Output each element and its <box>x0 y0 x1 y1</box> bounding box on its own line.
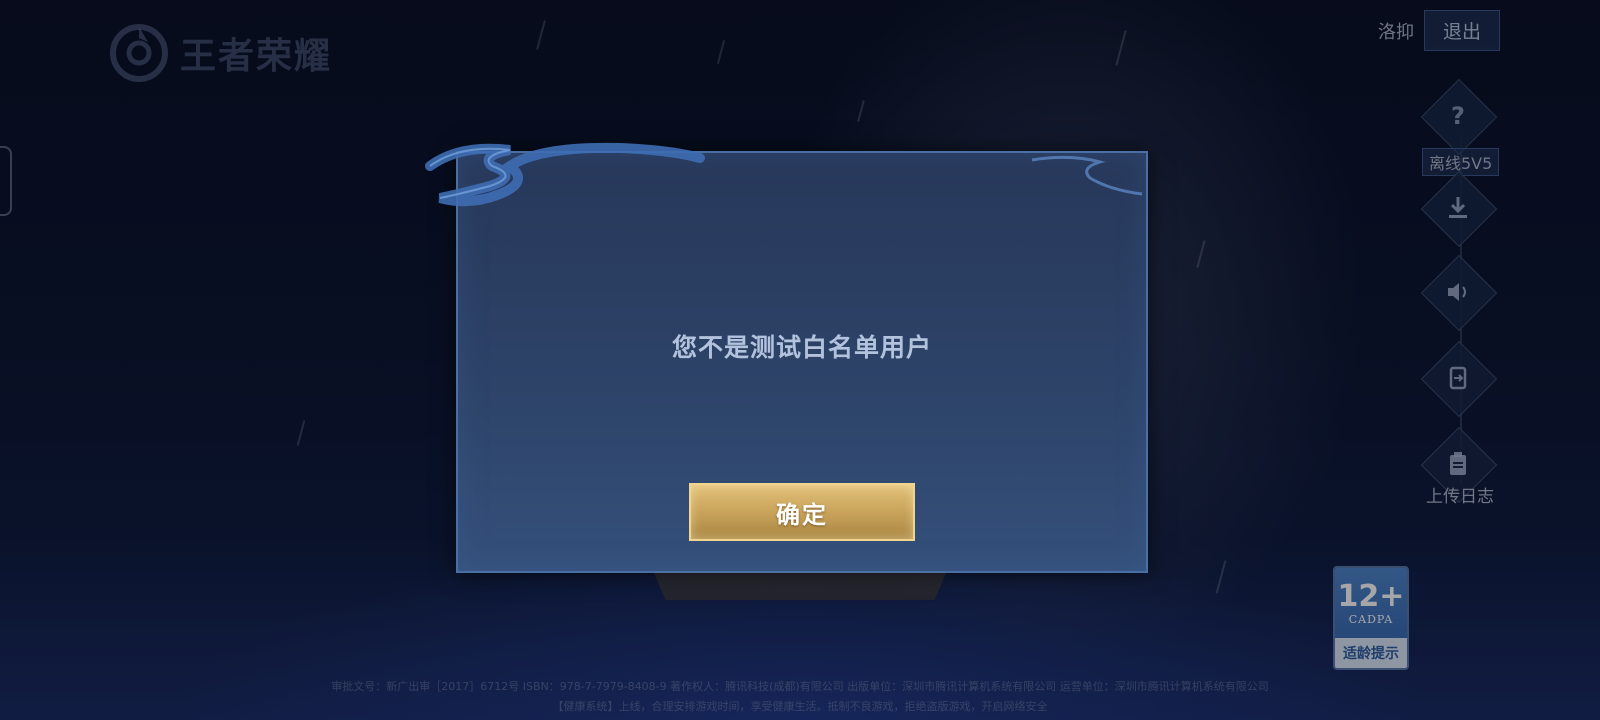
cloud-ornament-icon <box>425 142 705 207</box>
confirm-button[interactable]: 确定 <box>689 483 915 541</box>
corner-ornament-icon <box>1031 155 1143 196</box>
game-login-screen: 王者荣耀 洛抑 退出 ? 离线5V5 上传日志 12+ CADPA 适龄提示 审… <box>0 0 1600 720</box>
dialog-message: 您不是测试白名单用户 <box>671 333 932 362</box>
